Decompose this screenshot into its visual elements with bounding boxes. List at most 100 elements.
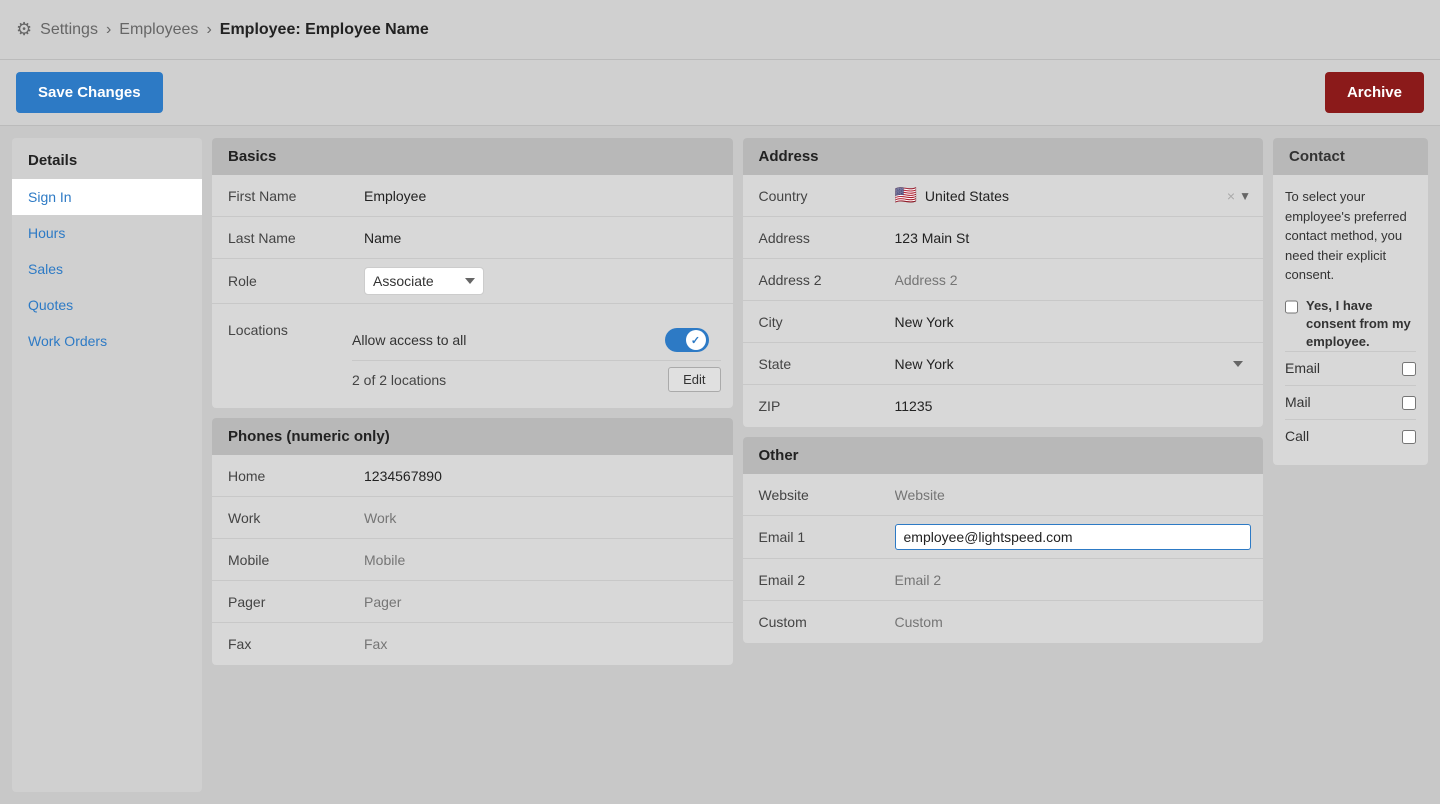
contact-body: To select your employee's preferred cont… xyxy=(1273,175,1428,465)
contact-email-checkbox[interactable] xyxy=(1402,362,1416,376)
content-area: Basics First Name Last Name xyxy=(212,138,1428,792)
country-clear-icon[interactable]: × xyxy=(1227,188,1235,204)
sidebar-header: Details xyxy=(12,138,202,179)
role-select[interactable]: Associate Manager Admin xyxy=(364,267,484,295)
country-select-wrapper: United States × ▼ xyxy=(925,188,1251,204)
phone-home-row: Home xyxy=(212,455,733,497)
phone-pager-label: Pager xyxy=(212,586,352,618)
basics-panel: Basics First Name Last Name xyxy=(212,138,733,408)
firstname-input[interactable] xyxy=(364,188,721,204)
other-body: Website Email 1 Email 2 xyxy=(743,474,1264,643)
contact-mail-label: Mail xyxy=(1285,392,1311,413)
contact-call-label: Call xyxy=(1285,426,1309,447)
role-row: Role Associate Manager Admin xyxy=(212,259,733,304)
state-row: State New York California Texas xyxy=(743,343,1264,385)
toggle-row: Allow access to all ✓ xyxy=(352,320,721,356)
main-layout: Details Sign In Hours Sales Quotes Work … xyxy=(0,126,1440,804)
contact-panel: Contact To select your employee's prefer… xyxy=(1273,138,1428,792)
phone-fax-input[interactable] xyxy=(364,636,721,652)
country-select-row: 🇺🇸 United States × ▼ xyxy=(895,185,1252,206)
right-panels: Address Country 🇺🇸 United States × ▼ xyxy=(743,138,1264,792)
lastname-row: Last Name xyxy=(212,217,733,259)
contact-email-label: Email xyxy=(1285,358,1320,379)
breadcrumb: ⚙ Settings › Employees › Employee: Emplo… xyxy=(16,19,429,40)
phone-work-input[interactable] xyxy=(364,510,721,526)
phone-work-row: Work xyxy=(212,497,733,539)
city-label: City xyxy=(743,306,883,338)
country-value: 🇺🇸 United States × ▼ xyxy=(883,177,1264,214)
basics-header: Basics xyxy=(212,138,733,175)
email2-row: Email 2 xyxy=(743,559,1264,601)
address2-value xyxy=(883,264,1264,296)
toggle-knob: ✓ xyxy=(686,330,706,350)
address1-label: Address xyxy=(743,222,883,254)
top-bar: ⚙ Settings › Employees › Employee: Emplo… xyxy=(0,0,1440,60)
zip-value xyxy=(883,390,1264,422)
access-toggle[interactable]: ✓ xyxy=(665,328,709,352)
email2-input[interactable] xyxy=(895,572,1252,588)
phone-fax-label: Fax xyxy=(212,628,352,660)
sidebar-item-signin[interactable]: Sign In xyxy=(12,179,202,215)
toggle-check-icon: ✓ xyxy=(691,334,700,347)
contact-call-checkbox[interactable] xyxy=(1402,430,1416,444)
sidebar-item-workorders[interactable]: Work Orders xyxy=(12,323,202,359)
lastname-input[interactable] xyxy=(364,230,721,246)
firstname-row: First Name xyxy=(212,175,733,217)
contact-header: Contact xyxy=(1273,138,1428,175)
state-select[interactable]: New York California Texas xyxy=(895,356,1252,372)
zip-label: ZIP xyxy=(743,390,883,422)
locations-sub: 2 of 2 locations Edit xyxy=(352,360,721,392)
contact-mail-row: Mail xyxy=(1285,385,1416,419)
contact-mail-checkbox[interactable] xyxy=(1402,396,1416,410)
custom-value xyxy=(883,606,1264,638)
save-button[interactable]: Save Changes xyxy=(16,72,163,113)
website-row: Website xyxy=(743,474,1264,516)
phone-mobile-row: Mobile xyxy=(212,539,733,581)
phones-panel: Phones (numeric only) Home Work xyxy=(212,418,733,665)
city-row: City xyxy=(743,301,1264,343)
address1-row: Address xyxy=(743,217,1264,259)
website-value xyxy=(883,479,1264,511)
custom-label: Custom xyxy=(743,606,883,638)
other-header: Other xyxy=(743,437,1264,474)
sidebar-item-sales[interactable]: Sales xyxy=(12,251,202,287)
city-value xyxy=(883,306,1264,338)
state-label: State xyxy=(743,348,883,380)
address-body: Country 🇺🇸 United States × ▼ xyxy=(743,175,1264,427)
sidebar-item-quotes[interactable]: Quotes xyxy=(12,287,202,323)
action-bar: Save Changes Archive xyxy=(0,60,1440,126)
locations-edit-button[interactable]: Edit xyxy=(668,367,720,392)
city-input[interactable] xyxy=(895,314,1252,330)
gear-icon: ⚙ xyxy=(16,19,32,40)
contact-panel-box: Contact To select your employee's prefer… xyxy=(1273,138,1428,465)
role-label: Role xyxy=(212,265,352,297)
address2-input[interactable] xyxy=(895,272,1252,288)
website-input[interactable] xyxy=(895,487,1252,503)
archive-button[interactable]: Archive xyxy=(1325,72,1424,113)
breadcrumb-employees: Employees xyxy=(119,21,198,39)
country-label: Country xyxy=(743,180,883,212)
breadcrumb-settings: Settings xyxy=(40,21,98,39)
phone-work-value xyxy=(352,502,733,534)
address1-input[interactable] xyxy=(895,230,1252,246)
role-value: Associate Manager Admin xyxy=(352,259,733,303)
phone-pager-input[interactable] xyxy=(364,594,721,610)
toggle-label: Allow access to all xyxy=(352,332,466,348)
consent-checkbox[interactable] xyxy=(1285,300,1298,314)
zip-input[interactable] xyxy=(895,398,1252,414)
locations-area: Allow access to all ✓ 2 of 2 locations E… xyxy=(352,312,733,400)
country-dropdown-icon[interactable]: ▼ xyxy=(1239,189,1251,203)
phone-pager-row: Pager xyxy=(212,581,733,623)
locations-label: Locations xyxy=(212,312,352,346)
sidebar-item-hours[interactable]: Hours xyxy=(12,215,202,251)
email1-input[interactable] xyxy=(895,524,1252,550)
custom-input[interactable] xyxy=(895,614,1252,630)
phones-header: Phones (numeric only) xyxy=(212,418,733,455)
email1-label: Email 1 xyxy=(743,521,883,553)
country-row: Country 🇺🇸 United States × ▼ xyxy=(743,175,1264,217)
contact-email-row: Email xyxy=(1285,351,1416,385)
phone-mobile-input[interactable] xyxy=(364,552,721,568)
website-label: Website xyxy=(743,479,883,511)
basics-body: First Name Last Name Role xyxy=(212,175,733,408)
phone-home-input[interactable] xyxy=(364,468,721,484)
